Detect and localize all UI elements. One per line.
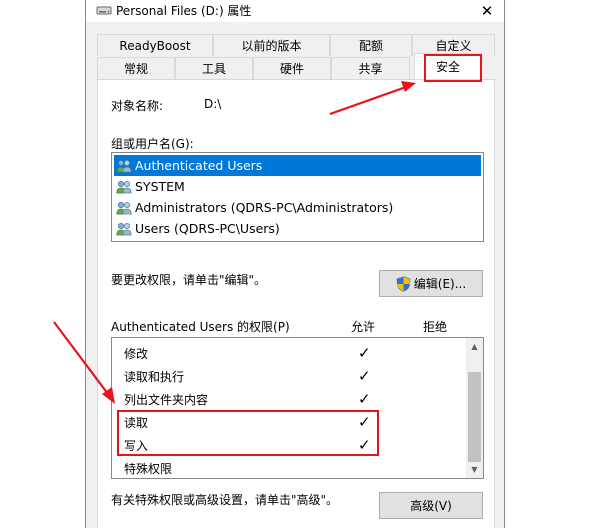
uac-shield-icon: [396, 275, 411, 292]
edit-button-label: 编辑(E)...: [413, 277, 467, 291]
tab-readyboost[interactable]: ReadyBoost: [97, 34, 213, 56]
change-permissions-hint: 要更改权限，请单击"编辑"。: [111, 273, 267, 287]
user-item-users[interactable]: Users (QDRS-PC\Users): [114, 218, 481, 239]
users-group-icon: [116, 180, 132, 193]
permission-name: 修改: [124, 347, 149, 361]
allow-check: ✓: [358, 344, 371, 362]
highlight-security-tab: [424, 54, 482, 82]
scroll-down-icon[interactable]: ▼: [466, 461, 483, 478]
user-item-label: Authenticated Users: [135, 158, 263, 173]
window-title: Personal Files (D:) 属性: [116, 4, 252, 18]
permission-row: 列出文件夹内容 ✓: [112, 387, 467, 410]
close-button[interactable]: ✕: [470, 0, 504, 22]
permission-name: 特殊权限: [124, 462, 173, 476]
user-listbox[interactable]: Authenticated Users SYSTEM Administrator…: [111, 152, 484, 242]
scroll-up-icon[interactable]: ▲: [466, 338, 483, 355]
advanced-hint: 有关特殊权限或高级设置，请单击"高级"。: [111, 493, 339, 507]
allow-check: ✓: [358, 367, 371, 385]
permissions-scrollbar[interactable]: ▲ ▼: [466, 338, 483, 478]
group-user-label: 组或用户名(G):: [111, 137, 194, 151]
permissions-label: Authenticated Users 的权限(P): [111, 320, 290, 334]
tab-hardware[interactable]: 硬件: [253, 57, 331, 79]
permission-name: 读取和执行: [124, 370, 185, 384]
permissions-list[interactable]: 修改 ✓ 读取和执行 ✓ 列出文件夹内容 ✓ 读取 ✓ 写入 ✓ 特殊权限 ▲ …: [111, 337, 484, 479]
user-item-label: Users (QDRS-PC\Users): [135, 221, 280, 236]
users-group-icon: [116, 201, 132, 214]
permission-row: 读取和执行 ✓: [112, 364, 467, 387]
users-group-icon: [116, 222, 132, 235]
object-name-label: 对象名称:: [111, 99, 164, 113]
edit-button[interactable]: 编辑(E)...: [379, 270, 483, 297]
tab-previous-versions[interactable]: 以前的版本: [213, 34, 330, 56]
permission-row: 特殊权限: [112, 456, 467, 478]
user-item-authenticated-users[interactable]: Authenticated Users: [114, 155, 481, 176]
allow-column-header: 允许: [351, 320, 376, 334]
user-item-label: SYSTEM: [135, 179, 185, 194]
object-name-value: D:\: [204, 97, 222, 111]
tab-general[interactable]: 常规: [97, 57, 175, 79]
title-bar[interactable]: Personal Files (D:) 属性 ✕: [86, 0, 504, 22]
permission-name: 列出文件夹内容: [124, 393, 209, 407]
advanced-button[interactable]: 高级(V): [379, 492, 483, 519]
deny-column-header: 拒绝: [423, 320, 448, 334]
tab-sharing[interactable]: 共享: [331, 57, 410, 79]
tab-quota[interactable]: 配额: [330, 34, 412, 56]
users-group-icon: [116, 159, 132, 172]
security-panel: 对象名称: D:\ 组或用户名(G): Authenticated Users: [97, 80, 495, 528]
tab-tools[interactable]: 工具: [175, 57, 253, 79]
user-item-system[interactable]: SYSTEM: [114, 176, 481, 197]
user-item-label: Administrators (QDRS-PC\Administrators): [135, 200, 394, 215]
allow-check: ✓: [358, 390, 371, 408]
highlight-read-write-rows: [117, 410, 379, 456]
permission-row: 修改 ✓: [112, 341, 467, 364]
user-item-administrators[interactable]: Administrators (QDRS-PC\Administrators): [114, 197, 481, 218]
scroll-thumb[interactable]: [468, 372, 481, 462]
drive-icon: [96, 6, 112, 15]
